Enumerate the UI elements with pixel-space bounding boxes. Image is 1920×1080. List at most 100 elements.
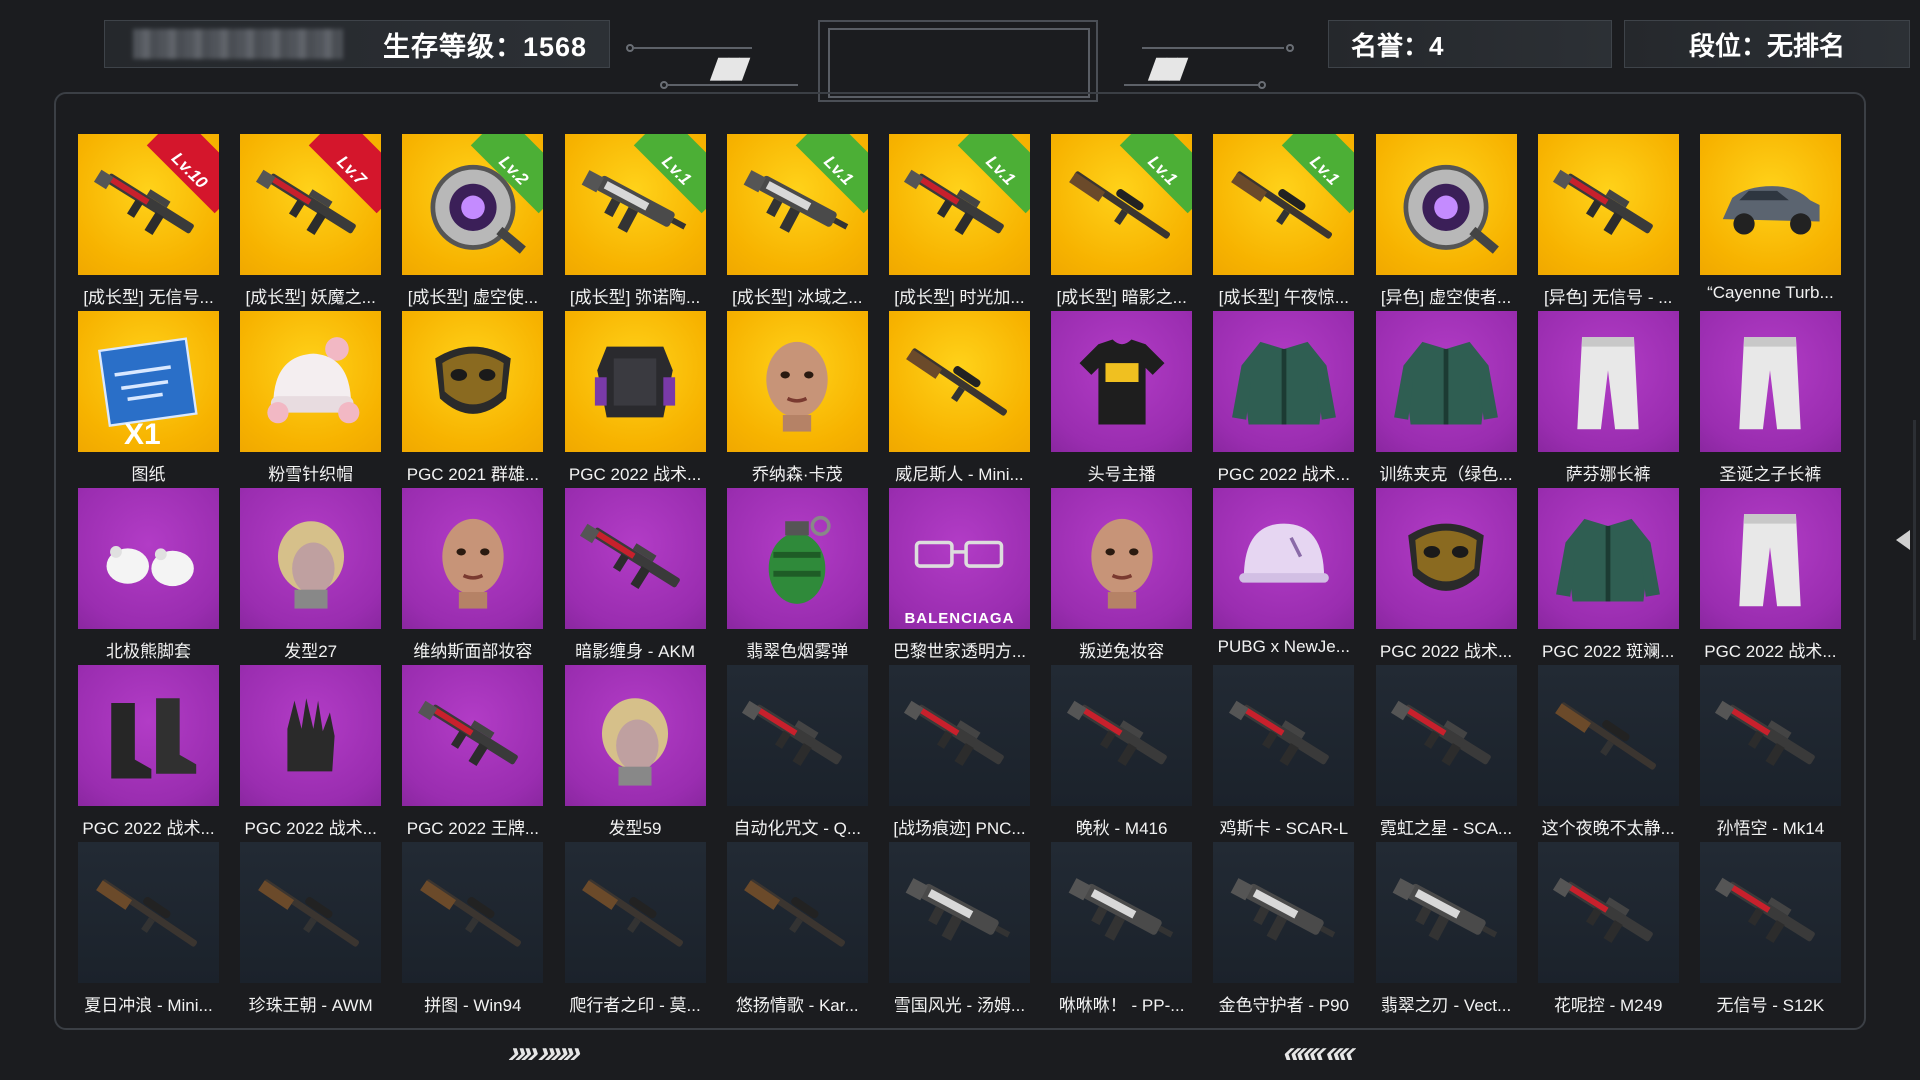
item-thumbnail[interactable]: [1213, 488, 1355, 629]
scroll-track[interactable]: [1913, 420, 1916, 640]
inventory-item[interactable]: Lv.2 [成长型] 虚空使...: [402, 134, 544, 311]
inventory-item[interactable]: Lv.7 [成长型] 妖魔之...: [240, 134, 382, 311]
inventory-item[interactable]: 花呢控 - M249: [1537, 842, 1679, 1019]
inventory-item[interactable]: 威尼斯人 - Mini...: [888, 311, 1030, 488]
inventory-item[interactable]: [异色] 无信号 - ...: [1537, 134, 1679, 311]
item-thumbnail[interactable]: [1537, 311, 1679, 452]
item-thumbnail[interactable]: X1: [78, 311, 219, 452]
inventory-item[interactable]: PGC 2022 战术...: [1699, 488, 1841, 665]
item-thumbnail[interactable]: [1699, 665, 1841, 806]
item-thumbnail[interactable]: [726, 665, 868, 806]
item-thumbnail[interactable]: BALENCIAGA: [888, 488, 1030, 629]
item-thumbnail[interactable]: [78, 842, 219, 983]
inventory-item[interactable]: PGC 2022 斑斓...: [1537, 488, 1679, 665]
inventory-item[interactable]: PGC 2022 战术...: [78, 665, 219, 842]
inventory-item[interactable]: 拼图 - Win94: [402, 842, 544, 1019]
item-thumbnail[interactable]: [78, 488, 219, 629]
item-thumbnail[interactable]: [888, 665, 1030, 806]
item-thumbnail[interactable]: [402, 311, 544, 452]
item-thumbnail[interactable]: Lv.1: [1051, 134, 1193, 275]
inventory-item[interactable]: Lv.1 [成长型] 暗影之...: [1051, 134, 1193, 311]
inventory-item[interactable]: 悠扬情歌 - Kar...: [726, 842, 868, 1019]
item-thumbnail[interactable]: [1375, 665, 1517, 806]
inventory-item[interactable]: PUBG x NewJe...: [1213, 488, 1355, 665]
item-thumbnail[interactable]: [1537, 488, 1679, 629]
item-thumbnail[interactable]: [564, 665, 706, 806]
item-thumbnail[interactable]: [1051, 665, 1193, 806]
inventory-item[interactable]: Lv.1 [成长型] 弥诺陶...: [564, 134, 706, 311]
item-thumbnail[interactable]: [1375, 842, 1517, 983]
item-thumbnail[interactable]: [402, 842, 544, 983]
item-thumbnail[interactable]: [564, 488, 706, 629]
item-thumbnail[interactable]: Lv.10: [78, 134, 219, 275]
inventory-item[interactable]: “Cayenne Turb...: [1699, 134, 1841, 311]
inventory-item[interactable]: 孙悟空 - Mk14: [1699, 665, 1841, 842]
item-thumbnail[interactable]: [888, 311, 1030, 452]
inventory-item[interactable]: 暗影缠身 - AKM: [564, 488, 706, 665]
item-thumbnail[interactable]: [888, 842, 1030, 983]
item-thumbnail[interactable]: [564, 842, 706, 983]
item-thumbnail[interactable]: [1051, 488, 1193, 629]
item-thumbnail[interactable]: [564, 311, 706, 452]
inventory-item[interactable]: PGC 2022 战术...: [564, 311, 706, 488]
item-thumbnail[interactable]: [1213, 665, 1355, 806]
inventory-item[interactable]: 叛逆兔妆容: [1051, 488, 1193, 665]
inventory-item[interactable]: PGC 2022 战术...: [240, 665, 382, 842]
item-thumbnail[interactable]: [240, 311, 382, 452]
inventory-item[interactable]: 雪国风光 - 汤姆...: [888, 842, 1030, 1019]
inventory-item[interactable]: 爬行者之印 - 莫...: [564, 842, 706, 1019]
inventory-item[interactable]: 发型27: [240, 488, 382, 665]
inventory-item[interactable]: PGC 2022 战术...: [1213, 311, 1355, 488]
item-thumbnail[interactable]: [1537, 665, 1679, 806]
item-thumbnail[interactable]: Lv.2: [402, 134, 544, 275]
item-thumbnail[interactable]: [1375, 488, 1517, 629]
item-thumbnail[interactable]: [1699, 842, 1841, 983]
item-thumbnail[interactable]: Lv.7: [240, 134, 382, 275]
inventory-item[interactable]: 无信号 - S12K: [1699, 842, 1841, 1019]
inventory-item[interactable]: 自动化咒文 - Q...: [726, 665, 868, 842]
item-thumbnail[interactable]: [1537, 134, 1679, 275]
item-thumbnail[interactable]: [240, 842, 382, 983]
item-thumbnail[interactable]: [1699, 311, 1841, 452]
inventory-item[interactable]: 发型59: [564, 665, 706, 842]
inventory-item[interactable]: Lv.1 [成长型] 冰域之...: [726, 134, 868, 311]
inventory-item[interactable]: BALENCIAGA 巴黎世家透明方...: [888, 488, 1030, 665]
item-thumbnail[interactable]: Lv.1: [564, 134, 706, 275]
item-thumbnail[interactable]: [726, 311, 868, 452]
item-thumbnail[interactable]: Lv.1: [1213, 134, 1355, 275]
inventory-item[interactable]: 训练夹克（绿色...: [1375, 311, 1517, 488]
item-thumbnail[interactable]: [240, 488, 382, 629]
inventory-item[interactable]: 头号主播: [1051, 311, 1193, 488]
item-thumbnail[interactable]: [1699, 488, 1841, 629]
item-thumbnail[interactable]: [240, 665, 382, 806]
inventory-item[interactable]: 翡翠色烟雾弹: [726, 488, 868, 665]
item-thumbnail[interactable]: [726, 488, 868, 629]
inventory-item[interactable]: Lv.1 [成长型] 时光加...: [888, 134, 1030, 311]
inventory-item[interactable]: Lv.1 [成长型] 午夜惊...: [1213, 134, 1355, 311]
item-thumbnail[interactable]: [78, 665, 219, 806]
item-thumbnail[interactable]: [402, 488, 544, 629]
inventory-item[interactable]: PGC 2022 战术...: [1375, 488, 1517, 665]
item-thumbnail[interactable]: [402, 665, 544, 806]
item-thumbnail[interactable]: [1051, 842, 1193, 983]
inventory-item[interactable]: 鸡斯卡 - SCAR-L: [1213, 665, 1355, 842]
inventory-item[interactable]: 这个夜晚不太静...: [1537, 665, 1679, 842]
item-thumbnail[interactable]: [726, 842, 868, 983]
inventory-item[interactable]: 珍珠王朝 - AWM: [240, 842, 382, 1019]
inventory-item[interactable]: 萨芬娜长裤: [1537, 311, 1679, 488]
inventory-item[interactable]: 乔纳森·卡茂: [726, 311, 868, 488]
inventory-item[interactable]: 咻咻咻！ - PP-...: [1051, 842, 1193, 1019]
inventory-item[interactable]: PGC 2021 群雄...: [402, 311, 544, 488]
inventory-item[interactable]: X1 图纸: [78, 311, 219, 488]
inventory-item[interactable]: Lv.10 [成长型] 无信号...: [78, 134, 219, 311]
item-thumbnail[interactable]: [1213, 311, 1355, 452]
item-thumbnail[interactable]: [1699, 134, 1841, 275]
item-thumbnail[interactable]: [1213, 842, 1355, 983]
item-thumbnail[interactable]: [1537, 842, 1679, 983]
item-thumbnail[interactable]: Lv.1: [726, 134, 868, 275]
inventory-item[interactable]: 翡翠之刃 - Vect...: [1375, 842, 1517, 1019]
inventory-item[interactable]: PGC 2022 王牌...: [402, 665, 544, 842]
inventory-item[interactable]: 维纳斯面部妆容: [402, 488, 544, 665]
inventory-item[interactable]: 北极熊脚套: [78, 488, 219, 665]
collapse-arrow-icon[interactable]: [1896, 530, 1910, 550]
